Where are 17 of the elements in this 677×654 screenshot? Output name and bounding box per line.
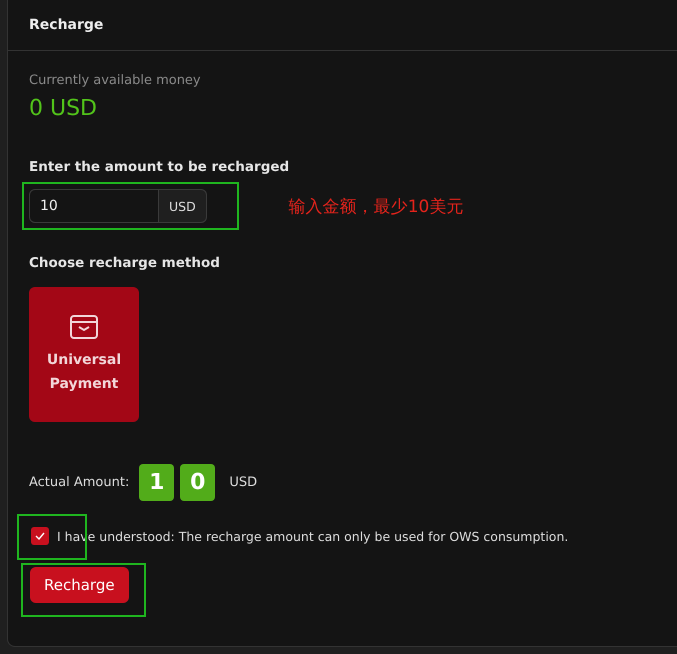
check-icon [35, 532, 45, 540]
panel-title: Recharge [29, 17, 104, 33]
method-label: Choose recharge method [29, 255, 220, 271]
agreement-checkbox[interactable] [31, 527, 49, 545]
card-icon [69, 314, 99, 340]
balance-label: Currently available money [29, 73, 201, 88]
actual-amount-label: Actual Amount: [29, 475, 130, 490]
currency-label: USD [229, 475, 258, 490]
amount-field[interactable]: 10 [29, 189, 159, 223]
annotation-note: 输入金额，最少10美元 [288, 196, 464, 218]
payment-method-tile[interactable]: Universal Payment [29, 287, 139, 422]
unit-addon: USD [159, 189, 207, 223]
balance-value: 0 USD [29, 96, 97, 121]
amount-digit: 1 [139, 464, 174, 501]
recharge-button[interactable]: Recharge [30, 567, 129, 603]
amount-label: Enter the amount to be recharged [29, 159, 290, 175]
amount-digit: 0 [180, 464, 216, 501]
